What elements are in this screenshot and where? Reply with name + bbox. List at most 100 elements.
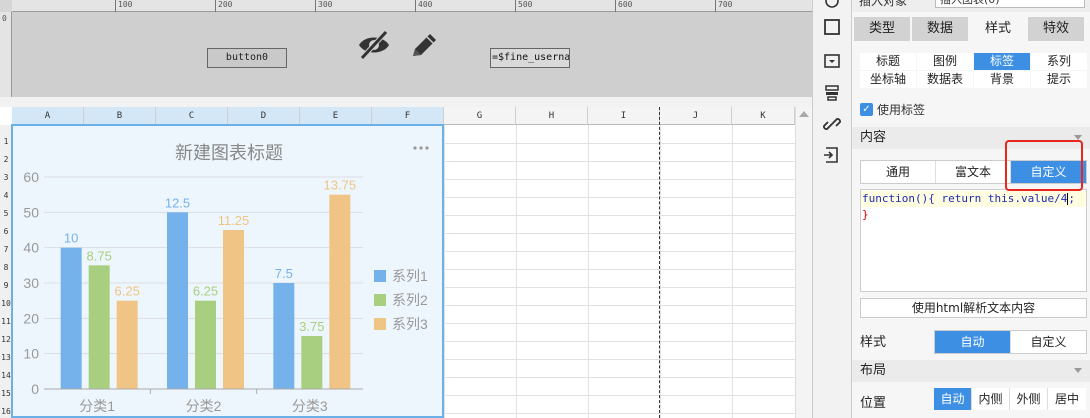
column-header[interactable]: G [444, 107, 516, 125]
style-custom[interactable]: 自定义 [1011, 331, 1086, 353]
chart-widget[interactable]: 新建图表标题 0 10 20 30 40 50 60 10 8.75 6.25 12.5 6.25 1… [11, 124, 444, 418]
y-tick-label: 20 [23, 310, 39, 326]
column-header[interactable]: E [300, 107, 372, 125]
column-headers: A B C D E F G H I J K [12, 107, 795, 125]
bar-data-label: 10 [64, 231, 78, 246]
bar-chart: 新建图表标题 0 10 20 30 40 50 60 10 8.75 6.25 12.5 6.25 1… [23, 143, 429, 414]
checkbox-checked-icon[interactable]: ✓ [860, 103, 873, 116]
legend-swatch [374, 270, 386, 282]
undo-icon[interactable] [823, 0, 841, 10]
position-auto[interactable]: 自动 [934, 388, 972, 410]
ruler-label: 200 [218, 0, 233, 9]
style-label: 样式 [860, 335, 887, 350]
collapse-arrow-icon[interactable] [1074, 368, 1082, 373]
column-header[interactable]: D [228, 107, 300, 125]
layout-section-header[interactable]: 布局 [852, 360, 1090, 382]
object-selector: 插入对象 插入图表(0) [852, 0, 1090, 12]
code-editor[interactable]: function(){ return this.value/4; } [860, 189, 1087, 292]
square-icon[interactable] [823, 18, 841, 36]
bar [223, 230, 244, 389]
column-header[interactable]: J [660, 107, 732, 125]
style-auto[interactable]: 自动 [935, 331, 1011, 353]
position-inside[interactable]: 内侧 [972, 388, 1010, 410]
subtab-label[interactable]: 标签 [974, 53, 1030, 70]
column-header[interactable]: I [588, 107, 660, 125]
app-window: 100 200 300 400 500 600 700 0 button0 =$… [0, 0, 1090, 418]
ruler-label: 500 [518, 0, 533, 9]
bar-data-label: 12.5 [165, 195, 190, 210]
vertical-scrollbar[interactable] [795, 107, 812, 418]
column-header[interactable]: K [732, 107, 795, 125]
ruler-label: 100 [118, 0, 133, 9]
use-label-text: 使用标签 [877, 103, 926, 117]
position-center[interactable]: 居中 [1048, 388, 1086, 410]
bar [60, 247, 82, 389]
position-label: 位置 [860, 396, 887, 411]
horizontal-ruler: 100 200 300 400 500 600 700 [12, 0, 812, 12]
subtab-tooltip[interactable]: 提示 [1031, 71, 1087, 88]
legend-label: 系列3 [392, 316, 428, 332]
bar [116, 300, 138, 389]
grid-column-line [588, 125, 589, 418]
bar [167, 212, 188, 389]
subtab-series[interactable]: 系列 [1031, 53, 1087, 70]
legend-label: 系列2 [392, 292, 428, 308]
column-header[interactable]: A [12, 107, 84, 125]
bar [301, 336, 323, 389]
link-icon[interactable] [823, 115, 841, 133]
bar-data-label: 7.5 [275, 266, 293, 281]
x-tick-label: 分类3 [292, 398, 328, 414]
y-tick-label: 50 [23, 204, 39, 220]
scroll-up-arrow-icon[interactable] [799, 111, 809, 117]
button0-widget[interactable]: button0 [207, 48, 287, 68]
subtab-legend[interactable]: 图例 [917, 53, 973, 70]
column-header[interactable]: C [156, 107, 228, 125]
column-header[interactable]: F [372, 107, 444, 125]
sub-tabs: 标题 图例 标签 系列 坐标轴 数据表 背景 提示 [860, 53, 1087, 88]
y-tick-label: 30 [23, 275, 39, 291]
mode-general[interactable]: 通用 [861, 161, 936, 183]
subtab-axis[interactable]: 坐标轴 [860, 71, 916, 88]
ruler-label: 300 [318, 0, 333, 9]
subtab-datatable[interactable]: 数据表 [917, 71, 973, 88]
use-label-checkbox-row[interactable]: ✓ 使用标签 [860, 101, 925, 118]
bar [329, 194, 351, 389]
y-tick-label: 60 [23, 169, 39, 185]
bar [88, 265, 110, 389]
formula-widget[interactable]: =$fine_userna [490, 48, 570, 68]
more-icon[interactable] [413, 146, 429, 150]
subtab-title[interactable]: 标题 [860, 53, 916, 70]
object-label: 插入对象 [859, 0, 908, 8]
code-token: ; [1068, 192, 1075, 205]
tab-type[interactable]: 类型 [854, 17, 910, 41]
style-switch: 自动 自定义 [934, 330, 1087, 354]
y-tick-label: 10 [23, 346, 39, 362]
bar-data-label: 3.75 [299, 319, 324, 334]
position-switch: 自动 内侧 外侧 居中 [934, 388, 1087, 410]
import-icon[interactable] [823, 146, 841, 164]
design-area: 100 200 300 400 500 600 700 0 button0 =$… [0, 0, 812, 97]
bar [273, 283, 295, 389]
ruler-label: 700 [718, 0, 733, 9]
use-html-parse-button[interactable]: 使用html解析文本内容 [860, 298, 1087, 318]
grid-column-line [444, 125, 445, 418]
subtab-background[interactable]: 背景 [974, 71, 1030, 88]
bar-data-label: 11.25 [218, 213, 250, 228]
column-header[interactable]: B [84, 107, 156, 125]
column-header[interactable]: H [516, 107, 588, 125]
grid-column-line [516, 125, 517, 418]
bar-data-label: 13.75 [324, 178, 357, 193]
tab-style[interactable]: 样式 [970, 17, 1026, 41]
eye-off-icon[interactable] [357, 30, 391, 60]
layers-icon[interactable] [823, 84, 841, 102]
tab-effects[interactable]: 特效 [1028, 17, 1084, 41]
ruler-label: 600 [618, 0, 633, 9]
object-select[interactable]: 插入图表(0) [935, 0, 1085, 8]
pencil-icon[interactable] [408, 30, 440, 60]
bar [195, 300, 216, 389]
position-outside[interactable]: 外侧 [1010, 388, 1048, 410]
dropdown-icon[interactable] [823, 52, 841, 70]
mode-richtext[interactable]: 富文本 [936, 161, 1011, 183]
bar-data-label: 6.25 [115, 284, 140, 299]
tab-data[interactable]: 数据 [912, 17, 968, 41]
